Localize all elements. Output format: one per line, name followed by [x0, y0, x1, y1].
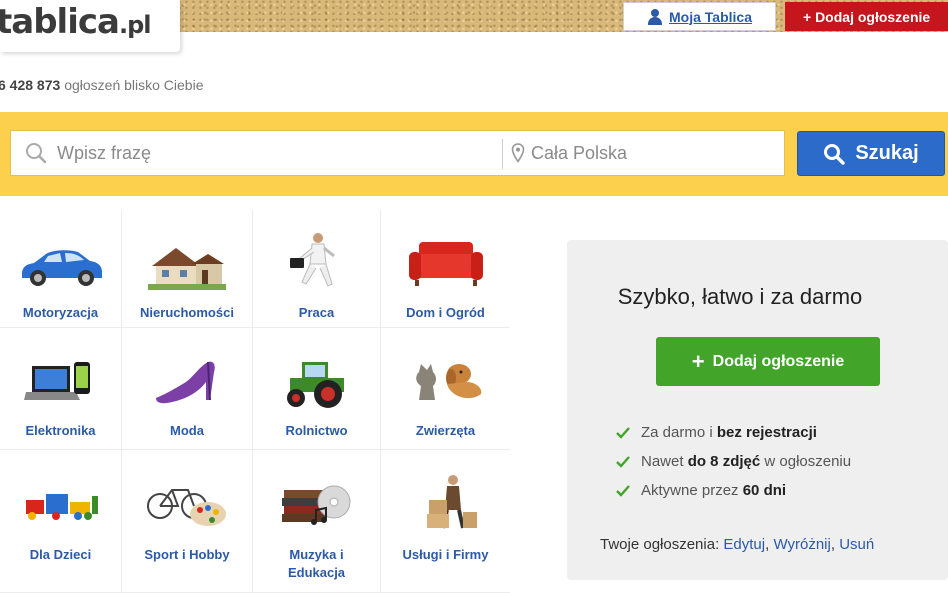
logo-tab[interactable]: tablica.pl: [0, 0, 180, 52]
tractor-icon: [286, 362, 344, 408]
category-label: Zwierzęta: [415, 423, 476, 438]
high-heel-icon: [156, 361, 215, 404]
phrase-field[interactable]: [11, 131, 502, 175]
add-listing-label: Dodaj ogłoszenie: [712, 352, 845, 370]
location-input[interactable]: [531, 142, 771, 164]
plus-icon: +: [691, 348, 705, 374]
user-icon: [647, 8, 663, 25]
category-label: Elektronika: [25, 423, 96, 438]
feature-item: Aktywne przez 60 dni: [615, 476, 851, 505]
highlight-link[interactable]: Wyróżnij: [773, 536, 830, 553]
category-label: Dom i Ogród: [406, 305, 485, 320]
search-button-label: Szukaj: [855, 142, 919, 164]
category-label: Muzyka i Edukacja: [287, 547, 346, 580]
category-label: Sport i Hobby: [144, 547, 230, 562]
category-moda[interactable]: Moda: [122, 328, 253, 450]
category-label: Nieruchomości: [140, 305, 234, 320]
category-label: Rolnictwo: [285, 423, 348, 438]
check-icon: [616, 455, 630, 468]
listing-count-text: ogłoszeń blisko Ciebie: [64, 77, 204, 93]
feature-item: Nawet do 8 zdjęć w ogłoszeniu: [615, 447, 851, 476]
category-rolnictwo[interactable]: Rolnictwo: [253, 328, 381, 450]
add-listing-top-label: + Dodaj ogłoszenie: [803, 8, 931, 25]
promo-panel: Szybko, łatwo i za darmo + Dodaj ogłosze…: [567, 240, 948, 580]
add-listing-top-button[interactable]: + Dodaj ogłoszenie: [785, 2, 948, 31]
moja-tablica-label: Moja Tablica: [669, 8, 752, 25]
feature-item: Za darmo i bez rejestracji: [615, 418, 851, 447]
bike-palette-icon: [147, 489, 226, 526]
category-sport-i-hobby[interactable]: Sport i Hobby: [122, 450, 253, 593]
search-icon: [26, 143, 47, 164]
location-pin-icon: [511, 143, 525, 163]
laptop-phone-icon: [23, 362, 90, 400]
mover-boxes-icon: [426, 475, 477, 529]
businessman-icon: [289, 233, 335, 287]
listing-count-number: 6 428 873: [0, 77, 61, 93]
feature-list: Za darmo i bez rejestracji Nawet do 8 zd…: [615, 418, 851, 505]
check-icon: [616, 426, 630, 439]
category-dla-dzieci[interactable]: Dla Dzieci: [0, 450, 122, 593]
feature-text: Nawet do 8 zdjęć w ogłoszeniu: [641, 453, 852, 470]
category-praca[interactable]: Praca: [253, 210, 381, 328]
category-label: Moda: [170, 423, 204, 438]
check-icon: [616, 484, 630, 497]
promo-title: Szybko, łatwo i za darmo: [617, 284, 863, 309]
search-input[interactable]: [57, 142, 457, 164]
category-label: Praca: [298, 305, 335, 320]
moja-tablica-link[interactable]: Moja Tablica: [623, 2, 776, 31]
add-listing-button[interactable]: + Dodaj ogłoszenie: [656, 337, 880, 386]
category-muzyka-i-edukacja[interactable]: Muzyka i Edukacja: [253, 450, 381, 593]
sofa-icon: [408, 242, 483, 286]
feature-text: Za darmo i bez rejestracji: [641, 424, 817, 441]
category-elektronika[interactable]: Elektronika: [0, 328, 122, 450]
category-dom-i-ogrod[interactable]: Dom i Ogród: [381, 210, 510, 328]
category-label: Usługi i Firmy: [402, 547, 489, 562]
site-logo[interactable]: tablica.pl: [0, 0, 152, 47]
search-button[interactable]: Szukaj: [797, 131, 945, 176]
delete-link[interactable]: Usuń: [839, 536, 874, 553]
feature-text: Aktywne przez 60 dni: [641, 482, 787, 499]
listing-count: 6 428 873 ogłoszeń blisko Ciebie: [0, 77, 204, 93]
books-cd-icon: [281, 485, 350, 525]
car-icon: [21, 250, 102, 286]
logo-suffix: .pl: [118, 11, 152, 39]
search-box: [10, 130, 785, 176]
category-grid: Motoryzacja Nieruchomości Praca Dom i Og…: [0, 210, 510, 593]
house-icon: [148, 248, 226, 290]
category-zwierzeta[interactable]: Zwierzęta: [381, 328, 510, 450]
category-uslugi-i-firmy[interactable]: Usługi i Firmy: [381, 450, 510, 593]
top-header: tablica.pl Moja Tablica + Dodaj ogłoszen…: [0, 0, 948, 52]
location-field[interactable]: [503, 131, 786, 175]
cat-dog-icon: [415, 364, 481, 400]
category-label: Dla Dzieci: [29, 547, 92, 562]
logo-main: tablica: [0, 2, 120, 42]
search-icon: [824, 143, 846, 165]
edit-link[interactable]: Edytuj: [723, 536, 765, 553]
category-motoryzacja[interactable]: Motoryzacja: [0, 210, 122, 328]
category-label: Motoryzacja: [22, 305, 99, 320]
category-nieruchomosci[interactable]: Nieruchomości: [122, 210, 253, 328]
your-listings: Twoje ogłoszenia: Edytuj, Wyróżnij, Usuń: [600, 536, 875, 553]
your-listings-label: Twoje ogłoszenia:: [600, 536, 720, 553]
toy-train-icon: [25, 494, 98, 520]
